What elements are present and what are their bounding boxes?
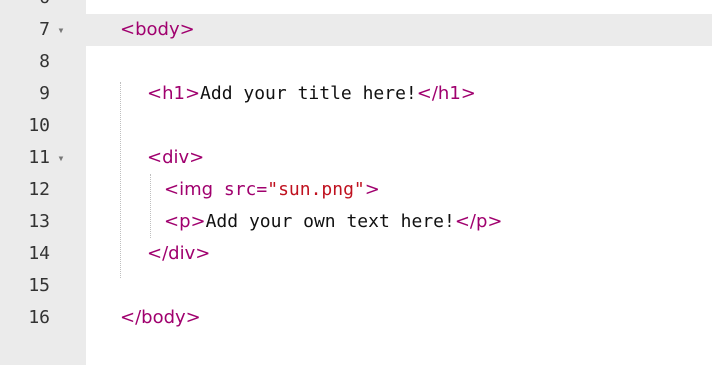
code-line-13[interactable]: 13 <p>Add your own text here!</p> [0,206,712,238]
img-close-bracket: > [364,179,380,200]
code-line-14[interactable]: 14 </div> [0,238,712,270]
line-number: 12 [28,179,50,200]
code-line-12[interactable]: 12 <img src="sun.png"> [0,174,712,206]
code-line-10[interactable]: 10 [0,110,712,142]
div-open-tag: <div> [147,147,205,168]
p-text: Add your own text here! [205,211,455,232]
line-number: 9 [39,83,50,104]
h1-open-tag: <h1> [147,83,201,104]
img-src-attribute: src= [213,179,268,200]
div-close-tag: </div> [147,243,211,264]
p-close-tag: </p> [454,211,503,232]
code-line-9[interactable]: 9 <h1>Add your title here!</h1> [0,78,712,110]
line-number: 6 [0,0,50,14]
body-close-tag: </body> [120,307,201,328]
line-number: 14 [28,243,50,264]
code-line-16[interactable]: 16 </body> [0,302,712,334]
p-element: <p>Add your own text here!</p> [164,206,503,238]
p-open-tag: <p> [164,211,206,232]
img-open-tag: <img [164,179,214,200]
code-line-15[interactable]: 15 [0,270,712,302]
fold-arrow-icon[interactable]: ▾ [55,142,67,174]
indent-guide [150,174,151,238]
h1-close-tag: </h1> [416,83,476,104]
img-element: <img src="sun.png"> [164,174,380,206]
line-number: 16 [28,307,50,328]
code-line-11[interactable]: 11 ▾ <div> [0,142,712,174]
indent-guide [120,82,121,278]
code-line-7[interactable]: 7 ▾ <body> [0,14,712,46]
img-src-value: "sun.png" [267,179,365,200]
line-number: 8 [39,51,50,72]
line-number: 11 [28,147,50,168]
line-number: 7 [39,19,50,40]
h1-element: <h1>Add your title here!</h1> [147,78,476,110]
code-line-8[interactable]: 8 [0,46,712,78]
h1-text: Add your title here! [200,83,417,104]
body-open-tag: <body> [120,19,195,40]
code-line-6[interactable]: 6 [0,0,712,14]
line-number: 13 [28,211,50,232]
line-number: 10 [28,115,50,136]
fold-arrow-icon[interactable]: ▾ [55,14,67,46]
code-editor[interactable]: 6 7 ▾ <body> 8 9 <h1>Add your title here… [0,0,712,365]
line-number: 15 [28,275,50,296]
